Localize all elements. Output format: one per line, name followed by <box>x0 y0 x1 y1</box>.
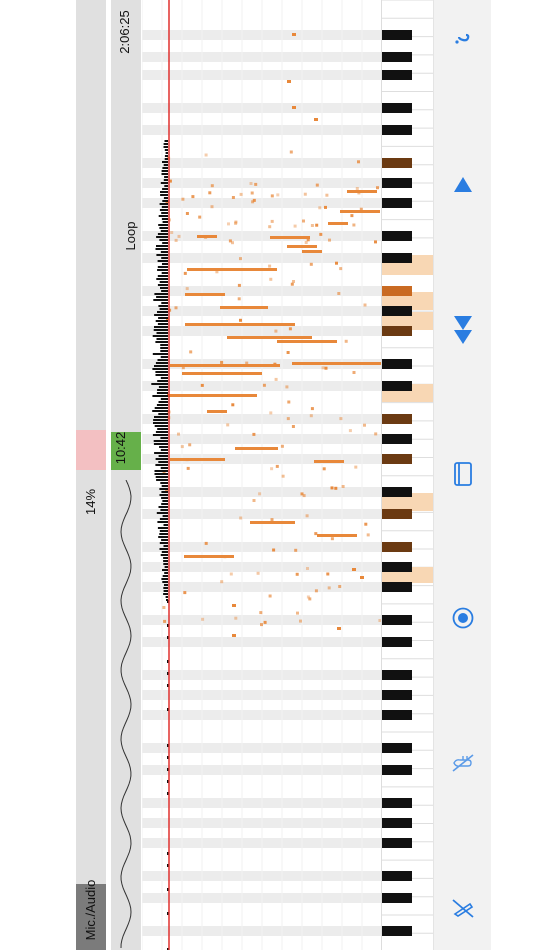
hand-off-icon <box>452 754 473 772</box>
percent-label: 14% <box>83 488 98 516</box>
elapsed-time: 2:06:25 <box>117 10 132 54</box>
piano-keyboard[interactable] <box>381 0 434 950</box>
loop-label[interactable]: Loop <box>121 211 141 261</box>
triangle-up-icon <box>453 177 472 192</box>
double-triangle-down-icon <box>453 316 472 344</box>
book-icon <box>453 462 472 486</box>
source-label[interactable]: Mic./Audio <box>81 870 101 950</box>
record-icon <box>452 607 473 629</box>
pedal-off-icon <box>451 899 474 918</box>
scroll-up-button[interactable] <box>434 167 491 203</box>
loop-red-marker <box>76 430 106 470</box>
scroll-down-button[interactable] <box>434 312 491 348</box>
record-button[interactable] <box>434 600 491 636</box>
question-icon <box>454 33 469 44</box>
hand-mute-button[interactable] <box>434 745 491 781</box>
status-strip <box>76 0 106 950</box>
help-button[interactable] <box>434 24 491 60</box>
loop-time: 10:42 <box>113 431 128 465</box>
waveform <box>120 480 132 949</box>
piano-roll[interactable] <box>142 0 382 950</box>
book-button[interactable] <box>434 456 491 492</box>
side-toolbar <box>433 0 491 950</box>
pedal-mute-button[interactable] <box>434 890 491 926</box>
